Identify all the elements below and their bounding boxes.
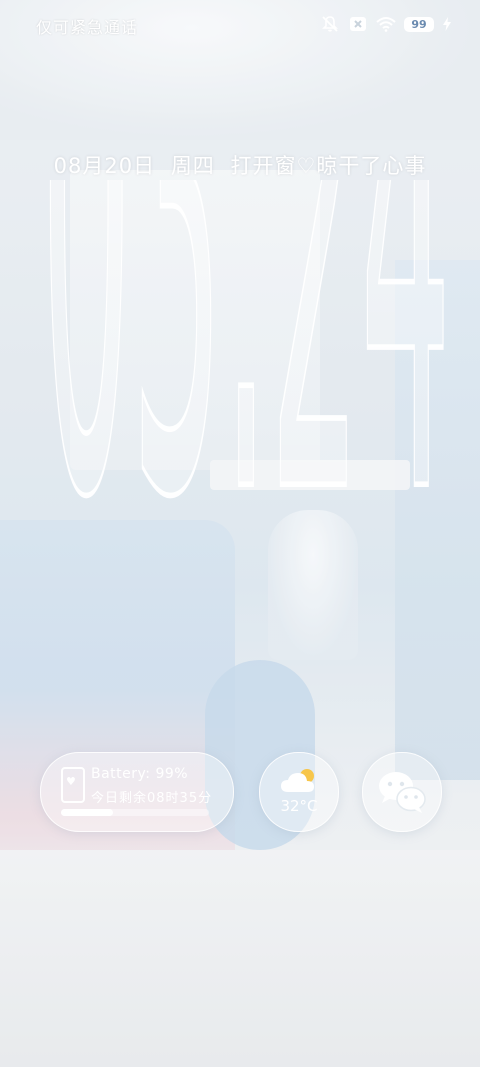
phone-heart-icon: ♥ xyxy=(61,767,85,803)
lock-clock: 03:24 xyxy=(39,180,453,520)
weekday-text: 周四 xyxy=(170,154,215,178)
battery-progress-bar xyxy=(61,809,209,816)
clock-time: 03:24 xyxy=(41,180,451,520)
battery-percent: 99% xyxy=(155,766,189,782)
battery-level: 99 xyxy=(411,17,427,31)
date-text: 08月20日 xyxy=(53,154,156,178)
battery-remaining: 今日剩余08时35分 xyxy=(91,791,213,806)
charging-icon xyxy=(442,14,452,34)
wifi-icon xyxy=(376,14,396,34)
signal-off-icon xyxy=(348,14,368,34)
wechat-icon xyxy=(379,772,426,813)
mute-icon xyxy=(320,14,340,34)
battery-label: Battery: xyxy=(91,766,151,782)
partly-cloudy-icon xyxy=(281,769,314,792)
weather-widget[interactable]: 32°C xyxy=(259,752,339,832)
battery-widget-title: Battery: 99% xyxy=(91,766,188,782)
emergency-only-label: 仅可紧急通话 xyxy=(36,18,139,37)
wechat-widget[interactable] xyxy=(362,752,442,832)
phrase-text: 打开窗♡晾干了心事 xyxy=(230,154,427,178)
battery-widget[interactable]: ♥ Battery: 99% 今日剩余08时35分 xyxy=(40,752,234,832)
weather-temperature: 32°C xyxy=(280,797,318,815)
status-bar: 仅可紧急通话 99 xyxy=(0,0,480,48)
date-line: 08月20日 周四 打开窗♡晾干了心事 xyxy=(0,150,480,180)
status-icons: 99 xyxy=(320,14,452,34)
battery-icon: 99 xyxy=(404,16,434,32)
battery-progress-fill xyxy=(61,809,113,816)
